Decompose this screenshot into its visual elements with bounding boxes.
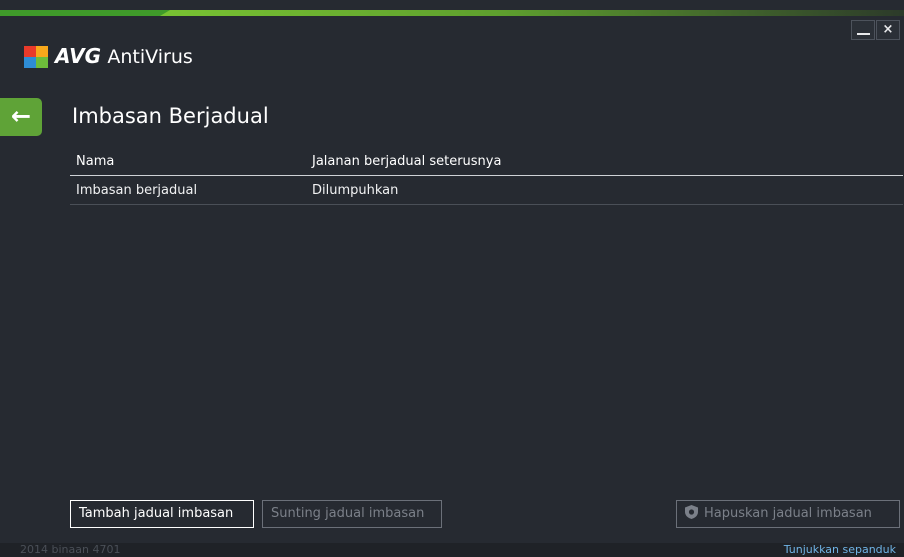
title-accent-bar bbox=[0, 10, 904, 16]
row-name-cell: Imbasan berjadual bbox=[76, 183, 198, 198]
minimize-icon bbox=[857, 33, 870, 35]
avg-logo-icon bbox=[24, 46, 50, 68]
delete-scan-schedule-button[interactable]: Hapuskan jadual imbasan bbox=[676, 500, 900, 528]
brand-prefix: AVG bbox=[55, 44, 102, 68]
column-header-next-run[interactable]: Jalanan berjadual seterusnya bbox=[312, 154, 501, 169]
back-button[interactable]: ← bbox=[0, 98, 42, 136]
table-header: Nama Jalanan berjadual seterusnya bbox=[70, 148, 903, 176]
shield-icon bbox=[685, 505, 698, 519]
brand-product: AntiVirus bbox=[107, 46, 193, 68]
app-title: AVG AntiVirus bbox=[55, 44, 193, 68]
scan-schedule-table: Nama Jalanan berjadual seterusnya Imbasa… bbox=[70, 148, 903, 205]
close-button[interactable]: × bbox=[876, 20, 900, 40]
avg-window: × AVG AntiVirus ← Imbasan Berjadual Nama… bbox=[0, 0, 904, 557]
show-notification-link[interactable]: Tunjukkan sepanduk bbox=[784, 543, 896, 557]
table-row[interactable]: Imbasan berjadual Dilumpuhkan bbox=[70, 176, 903, 205]
delete-button-label: Hapuskan jadual imbasan bbox=[704, 506, 872, 521]
build-label: 2014 binaan 4701 bbox=[20, 543, 121, 556]
accent-stripe-left bbox=[0, 10, 170, 16]
page-title: Imbasan Berjadual bbox=[72, 104, 269, 128]
edit-scan-schedule-button[interactable]: Sunting jadual imbasan bbox=[262, 500, 442, 528]
row-next-run-cell: Dilumpuhkan bbox=[312, 183, 399, 198]
arrow-left-icon: ← bbox=[10, 102, 32, 130]
close-icon: × bbox=[882, 22, 894, 37]
accent-stripe-right bbox=[160, 10, 904, 16]
add-scan-schedule-button[interactable]: Tambah jadual imbasan bbox=[70, 500, 254, 528]
minimize-button[interactable] bbox=[851, 20, 875, 40]
status-footer: 2014 binaan 4701 Tunjukkan sepanduk bbox=[0, 543, 904, 557]
column-header-name[interactable]: Nama bbox=[76, 154, 114, 169]
